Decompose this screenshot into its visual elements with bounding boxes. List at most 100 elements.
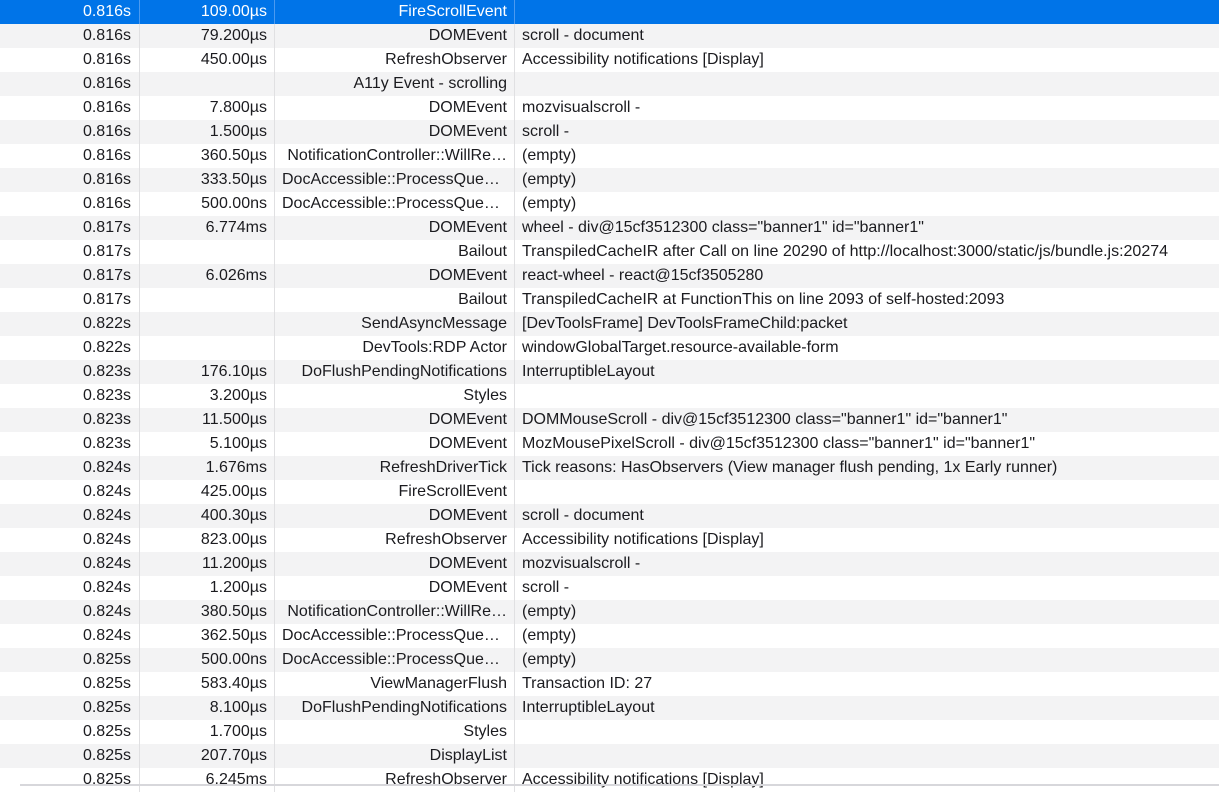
marker-details-cell: scroll - document <box>522 507 644 524</box>
marker-details-cell: InterruptibleLayout <box>522 699 655 716</box>
marker-details-cell: scroll - document <box>522 27 644 44</box>
table-row[interactable]: 0.817s 6.026ms DOMEvent react-wheel - react… <box>0 264 1219 288</box>
table-row[interactable]: 0.824s 1.200µs DOMEvent scroll - <box>0 576 1219 600</box>
table-row[interactable]: 0.822s SendAsyncMessage [DevToolsFrame] De… <box>0 312 1219 336</box>
table-row[interactable]: 0.816s 333.50µs DocAccessible::ProcessQueu… <box>0 168 1219 192</box>
marker-name-cell: DocAccessible::ProcessQueu… <box>275 648 515 672</box>
marker-name-cell: DOMEvent <box>275 432 515 456</box>
marker-duration-cell: 6.245ms <box>140 768 275 792</box>
marker-start-cell: 0.816s <box>0 144 140 168</box>
marker-start-cell: 0.824s <box>0 528 140 552</box>
marker-start-cell: 0.816s <box>0 120 140 144</box>
table-row[interactable]: 0.825s 6.245ms RefreshObserver Accessibilit… <box>0 768 1219 792</box>
marker-start-cell: 0.817s <box>0 288 140 312</box>
marker-start-cell: 0.823s <box>0 408 140 432</box>
marker-duration-cell: 207.70µs <box>140 744 275 768</box>
table-row[interactable]: 0.823s 5.100µs DOMEvent MozMousePixelScroll… <box>0 432 1219 456</box>
table-row[interactable]: 0.823s 176.10µs DoFlushPendingNotification… <box>0 360 1219 384</box>
table-row[interactable]: 0.824s 11.200µs DOMEvent mozvisualscroll - <box>0 552 1219 576</box>
marker-start-cell: 0.822s <box>0 336 140 360</box>
marker-duration-cell: 5.100µs <box>140 432 275 456</box>
marker-duration-cell: 360.50µs <box>140 144 275 168</box>
marker-duration-cell: 6.026ms <box>140 264 275 288</box>
table-row[interactable]: 0.817s Bailout TranspiledCacheIR at Functi… <box>0 288 1219 312</box>
marker-details-cell: Accessibility notifications [Display] <box>522 771 764 788</box>
marker-start-cell: 0.824s <box>0 456 140 480</box>
table-row[interactable]: 0.824s 362.50µs DocAccessible::ProcessQueu… <box>0 624 1219 648</box>
marker-details-cell: Transaction ID: 27 <box>522 675 653 692</box>
marker-duration-cell <box>140 288 275 312</box>
marker-name-cell: DOMEvent <box>275 552 515 576</box>
table-row[interactable]: 0.816s 1.500µs DOMEvent scroll - <box>0 120 1219 144</box>
table-row[interactable]: 0.824s 425.00µs FireScrollEvent <box>0 480 1219 504</box>
table-row[interactable]: 0.825s 8.100µs DoFlushPendingNotifications… <box>0 696 1219 720</box>
marker-details-cell: InterruptibleLayout <box>522 363 655 380</box>
table-row[interactable]: 0.824s 380.50µs NotificationController::Wi… <box>0 600 1219 624</box>
marker-duration-cell: 1.676ms <box>140 456 275 480</box>
marker-duration-cell: 362.50µs <box>140 624 275 648</box>
table-row[interactable]: 0.825s 1.700µs Styles <box>0 720 1219 744</box>
marker-name-cell: RefreshObserver <box>275 48 515 72</box>
marker-details-cell: wheel - div@15cf3512300 class="banner1" … <box>522 219 924 236</box>
table-row[interactable]: 0.823s 3.200µs Styles <box>0 384 1219 408</box>
table-row[interactable]: 0.816s 500.00ns DocAccessible::ProcessQueu… <box>0 192 1219 216</box>
marker-duration-cell: 450.00µs <box>140 48 275 72</box>
marker-start-cell: 0.817s <box>0 216 140 240</box>
table-row[interactable]: 0.825s 500.00ns DocAccessible::ProcessQueu… <box>0 648 1219 672</box>
table-row[interactable]: 0.816s 7.800µs DOMEvent mozvisualscroll - <box>0 96 1219 120</box>
marker-duration-cell <box>140 336 275 360</box>
marker-start-cell: 0.823s <box>0 384 140 408</box>
table-row[interactable]: 0.824s 400.30µs DOMEvent scroll - document <box>0 504 1219 528</box>
marker-start-cell: 0.825s <box>0 696 140 720</box>
table-row[interactable]: 0.823s 11.500µs DOMEvent DOMMouseScroll - d… <box>0 408 1219 432</box>
marker-details-cell: TranspiledCacheIR at FunctionThis on lin… <box>522 291 1005 308</box>
marker-details-cell: Tick reasons: HasObservers (View manager… <box>522 459 1058 476</box>
marker-name-cell: DevTools:RDP Actor <box>275 336 515 360</box>
marker-name-cell: SendAsyncMessage <box>275 312 515 336</box>
marker-start-cell: 0.824s <box>0 504 140 528</box>
marker-duration-cell: 1.700µs <box>140 720 275 744</box>
marker-duration-cell: 79.200µs <box>140 24 275 48</box>
marker-name-cell: A11y Event - scrolling <box>275 72 515 96</box>
marker-start-cell: 0.816s <box>0 168 140 192</box>
marker-duration-cell: 11.500µs <box>140 408 275 432</box>
table-row[interactable]: 0.825s 207.70µs DisplayList <box>0 744 1219 768</box>
marker-start-cell: 0.825s <box>0 672 140 696</box>
marker-details-cell: mozvisualscroll - <box>522 99 641 116</box>
marker-start-cell: 0.825s <box>0 744 140 768</box>
marker-table: 0.816s 109.00µs FireScrollEvent 0.816s 79.20… <box>0 0 1219 792</box>
marker-name-cell: RefreshDriverTick <box>275 456 515 480</box>
table-row[interactable]: 0.825s 583.40µs ViewManagerFlush Transactio… <box>0 672 1219 696</box>
table-row[interactable]: 0.817s 6.774ms DOMEvent wheel - div@15cf351… <box>0 216 1219 240</box>
table-row[interactable]: 0.822s DevTools:RDP Actor windowGlobalTarg… <box>0 336 1219 360</box>
table-row[interactable]: 0.816s 450.00µs RefreshObserver Accessibili… <box>0 48 1219 72</box>
marker-name-cell: NotificationController::WillRe… <box>275 144 515 168</box>
marker-start-cell: 0.824s <box>0 480 140 504</box>
marker-name-cell: DoFlushPendingNotifications <box>275 696 515 720</box>
marker-start-cell: 0.825s <box>0 648 140 672</box>
marker-name-cell: DOMEvent <box>275 96 515 120</box>
table-row[interactable]: 0.824s 1.676ms RefreshDriverTick Tick reaso… <box>0 456 1219 480</box>
marker-details-cell: (empty) <box>522 651 577 668</box>
table-row[interactable]: 0.816s A11y Event - scrolling <box>0 72 1219 96</box>
table-row[interactable]: 0.817s Bailout TranspiledCacheIR after Cal… <box>0 240 1219 264</box>
marker-details-cell: Accessibility notifications [Display] <box>522 51 764 68</box>
marker-details-cell <box>515 384 1219 408</box>
table-row-selected[interactable]: 0.816s 109.00µs FireScrollEvent <box>0 0 1219 24</box>
marker-details-cell: TranspiledCacheIR after Call on line 202… <box>522 243 1169 260</box>
marker-name-cell: Styles <box>275 720 515 744</box>
table-row[interactable]: 0.816s 79.200µs DOMEvent scroll - document <box>0 24 1219 48</box>
marker-details-cell: windowGlobalTarget.resource-available-fo… <box>522 339 839 356</box>
table-row[interactable]: 0.824s 823.00µs RefreshObserver Accessibili… <box>0 528 1219 552</box>
marker-start-cell: 0.816s <box>0 0 140 24</box>
marker-details-cell <box>515 744 1219 768</box>
marker-start-cell: 0.816s <box>0 96 140 120</box>
marker-duration-cell: 333.50µs <box>140 168 275 192</box>
marker-start-cell: 0.816s <box>0 24 140 48</box>
marker-details-cell <box>515 720 1219 744</box>
marker-start-cell: 0.816s <box>0 72 140 96</box>
marker-duration-cell: 500.00ns <box>140 192 275 216</box>
marker-details-cell: scroll - <box>522 579 570 596</box>
table-row[interactable]: 0.816s 360.50µs NotificationController::Wi… <box>0 144 1219 168</box>
marker-details-cell: (empty) <box>522 171 577 188</box>
